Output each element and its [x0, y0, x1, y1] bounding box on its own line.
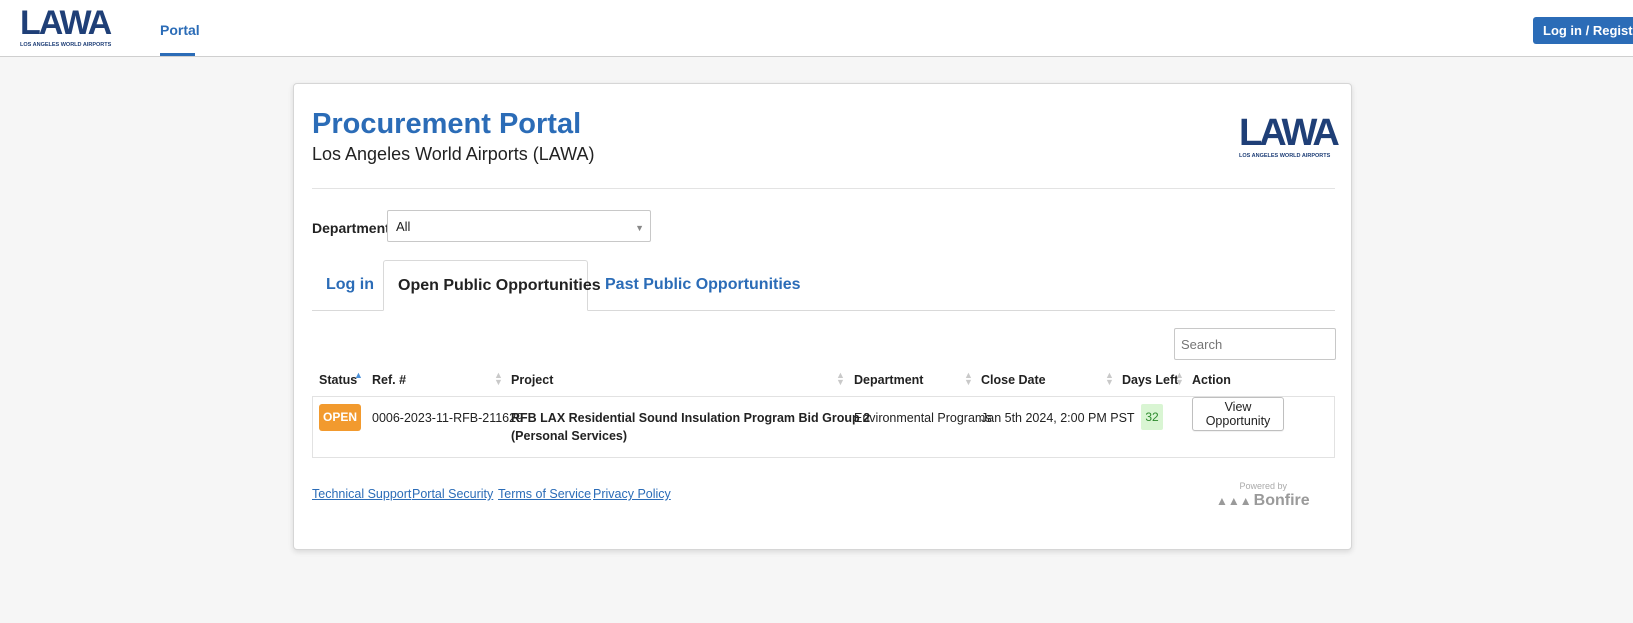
tab-open-public-opportunities[interactable]: Open Public Opportunities — [383, 260, 601, 311]
sort-icon[interactable]: ▲ ▼ — [964, 371, 973, 387]
bonfire-logo-icon: ▲▲▲ — [1216, 494, 1252, 508]
tab-past-public-opportunities[interactable]: Past Public Opportunities — [591, 260, 815, 311]
chevron-down-icon: ▼ — [635, 223, 644, 233]
department-select-value: All — [396, 219, 411, 234]
procurement-card: Procurement Portal Los Angeles World Air… — [293, 83, 1352, 550]
search-input[interactable] — [1174, 328, 1336, 360]
powered-by-label: Powered by — [1239, 481, 1287, 491]
technical-support-link[interactable]: Technical Support — [312, 487, 411, 501]
column-header-close-date[interactable]: Close Date — [981, 373, 1046, 387]
project-title-line1[interactable]: RFB LAX Residential Sound Insulation Pro… — [511, 411, 870, 425]
card-logo-text: LAWA — [1239, 112, 1340, 154]
bonfire-logo[interactable]: ▲▲▲ Bonfire — [1216, 492, 1310, 510]
page-title: Procurement Portal — [312, 108, 582, 140]
terms-of-service-link[interactable]: Terms of Service — [498, 487, 591, 501]
header-divider — [312, 188, 1335, 189]
status-badge: OPEN — [319, 404, 361, 431]
top-navbar: LAWA LOS ANGELES WORLD AIRPORTS Portal L… — [0, 0, 1633, 57]
project-title-line2[interactable]: (Personal Services) — [511, 429, 627, 443]
sort-icon[interactable]: ▲ ▼ — [494, 371, 503, 387]
department-label: Department: — [312, 220, 395, 236]
column-header-project[interactable]: Project — [511, 373, 553, 387]
sort-icon[interactable]: ▲ ▼ — [836, 371, 845, 387]
nav-portal-link[interactable]: Portal — [160, 22, 200, 38]
department-value: Environmental Programs — [854, 411, 992, 425]
card-lawa-logo: LAWA LOS ANGELES WORLD AIRPORTS — [1239, 112, 1340, 164]
bonfire-text: Bonfire — [1253, 492, 1310, 509]
sort-asc-icon[interactable]: ▲ — [354, 371, 363, 380]
nav-active-indicator — [160, 53, 195, 56]
portal-security-link[interactable]: Portal Security — [412, 487, 493, 501]
sort-icon[interactable]: ▲ ▼ — [1175, 371, 1184, 387]
logo-text: LAWA — [20, 4, 112, 42]
table-row — [312, 397, 1335, 458]
column-header-action: Action — [1192, 373, 1231, 387]
sort-icon[interactable]: ▲ ▼ — [1105, 371, 1114, 387]
view-opportunity-button[interactable]: View Opportunity — [1192, 397, 1284, 431]
page-subtitle: Los Angeles World Airports (LAWA) — [312, 144, 595, 164]
department-select[interactable]: All ▼ — [387, 210, 651, 242]
ref-number: 0006-2023-11-RFB-211629 — [372, 411, 524, 425]
login-register-button[interactable]: Log in / Register — [1533, 17, 1633, 44]
logo-subtext: LOS ANGELES WORLD AIRPORTS — [20, 42, 112, 48]
tab-log-in[interactable]: Log in — [312, 260, 388, 311]
card-logo-subtext: LOS ANGELES WORLD AIRPORTS — [1239, 153, 1331, 159]
days-left-badge: 32 — [1141, 404, 1163, 430]
column-header-days-left[interactable]: Days Left — [1122, 373, 1178, 387]
column-header-department[interactable]: Department — [854, 373, 923, 387]
column-header-status[interactable]: Status — [319, 373, 357, 387]
close-date-value: Jan 5th 2024, 2:00 PM PST — [981, 411, 1135, 425]
privacy-policy-link[interactable]: Privacy Policy — [593, 487, 671, 501]
column-header-ref[interactable]: Ref. # — [372, 373, 406, 387]
lawa-logo[interactable]: LAWA LOS ANGELES WORLD AIRPORTS — [20, 4, 112, 52]
